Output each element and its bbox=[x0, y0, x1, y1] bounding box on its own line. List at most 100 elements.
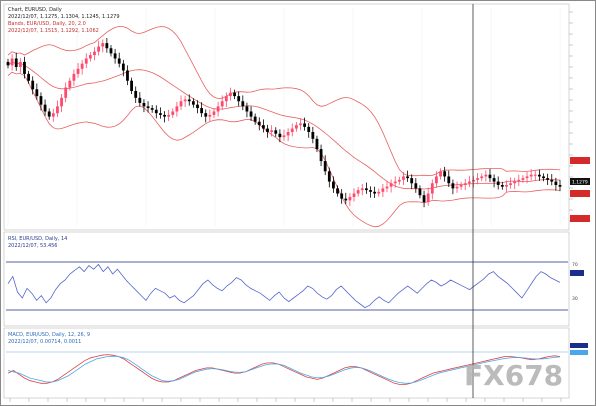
candle-body bbox=[72, 73, 76, 81]
candle-body bbox=[356, 190, 360, 194]
price-header-2: 2022/12/07, 1.1275, 1.1304, 1.1245, 1.12… bbox=[8, 14, 120, 20]
candle-body bbox=[307, 126, 311, 132]
rsi-header-2: 2022/12/07, 53.456 bbox=[8, 243, 58, 249]
candle-body bbox=[488, 174, 492, 179]
candle-body bbox=[47, 111, 51, 117]
price-header-4: 2022/12/07, 1.1515, 1.1292, 1.1062 bbox=[8, 28, 99, 34]
candle-body bbox=[68, 80, 72, 88]
candle-body bbox=[88, 55, 92, 59]
candle-body bbox=[369, 190, 372, 192]
candle-body bbox=[327, 171, 331, 182]
candle-body bbox=[196, 104, 199, 109]
candle-body bbox=[505, 184, 508, 187]
candle-body bbox=[51, 113, 55, 117]
candle-body bbox=[97, 46, 101, 52]
candle-body bbox=[311, 132, 315, 139]
candle-body bbox=[134, 90, 138, 98]
candle-body bbox=[459, 184, 463, 187]
candle-body bbox=[142, 102, 146, 107]
candle-body bbox=[360, 188, 364, 191]
candle-body bbox=[381, 188, 385, 192]
candle-body bbox=[241, 101, 245, 107]
candle-body bbox=[121, 63, 125, 71]
trading-chart: Chart, EURUSD, Daily 2022/12/07, 1.1275,… bbox=[0, 0, 596, 406]
candle-body bbox=[290, 128, 294, 132]
candle-body bbox=[187, 99, 191, 102]
candle-body bbox=[262, 125, 265, 129]
candle-body bbox=[27, 73, 30, 81]
candle-body bbox=[558, 184, 562, 187]
candle-body bbox=[208, 114, 212, 117]
candle-body bbox=[414, 183, 418, 189]
macd-header-2: 2022/12/07, 0.00714, 0.0011 bbox=[8, 339, 81, 345]
candle-body bbox=[14, 58, 18, 68]
candle-body bbox=[113, 53, 117, 59]
candle-body bbox=[406, 176, 409, 179]
candle-body bbox=[455, 186, 459, 189]
candle-body bbox=[229, 92, 232, 97]
candle-body bbox=[274, 130, 278, 134]
candle-body bbox=[393, 181, 397, 184]
candle-body bbox=[554, 181, 558, 185]
candle-body bbox=[451, 183, 455, 189]
candle-body bbox=[426, 193, 430, 203]
candle-body bbox=[496, 181, 500, 185]
macd-signal-tag bbox=[570, 350, 588, 355]
candle-body bbox=[521, 178, 525, 180]
price-tag-upper-band bbox=[570, 157, 590, 164]
price-panel-frame bbox=[3, 3, 570, 231]
candle-body bbox=[348, 196, 352, 201]
candle-body bbox=[373, 191, 377, 194]
candle-body bbox=[410, 178, 414, 184]
candle-body bbox=[344, 198, 348, 201]
candle-body bbox=[332, 181, 335, 189]
candle-body bbox=[266, 128, 269, 132]
candle-body bbox=[476, 178, 480, 180]
candle-body bbox=[463, 183, 467, 185]
candle-body bbox=[352, 193, 356, 197]
candle-body bbox=[525, 176, 529, 179]
candle-body bbox=[43, 104, 47, 112]
candle-body bbox=[439, 171, 442, 177]
candle-body bbox=[253, 116, 257, 122]
candle-body bbox=[31, 80, 35, 90]
candle-body bbox=[402, 176, 405, 180]
candle-body bbox=[389, 183, 393, 187]
candle-body bbox=[443, 171, 447, 177]
candle-body bbox=[18, 61, 22, 68]
candle-body bbox=[130, 80, 133, 91]
candle-body bbox=[80, 63, 84, 69]
candle-body bbox=[340, 193, 344, 199]
candle-body bbox=[278, 133, 282, 138]
candle-body bbox=[447, 176, 451, 184]
rsi-value-tag bbox=[570, 270, 584, 276]
candle-body bbox=[315, 138, 319, 150]
candle-body bbox=[517, 179, 521, 182]
candle-body bbox=[546, 178, 550, 180]
price-tag-current-label: 1.1279 bbox=[572, 180, 588, 186]
candle-body bbox=[286, 132, 290, 136]
candle-body bbox=[430, 183, 434, 194]
candle-body bbox=[117, 58, 121, 64]
candle-body bbox=[204, 113, 208, 117]
candle-body bbox=[294, 125, 298, 129]
macd-value-tag bbox=[570, 343, 588, 348]
candle-body bbox=[183, 99, 187, 102]
candle-body bbox=[216, 106, 220, 112]
candle-body bbox=[39, 96, 43, 105]
candle-body bbox=[484, 174, 488, 177]
candle-body bbox=[422, 195, 426, 203]
candle-body bbox=[6, 61, 10, 66]
candle-body bbox=[138, 97, 142, 103]
candle-body bbox=[60, 97, 63, 107]
candle-body bbox=[364, 188, 368, 191]
candle-body bbox=[270, 130, 274, 132]
candle-body bbox=[93, 51, 96, 56]
candle-body bbox=[319, 149, 323, 162]
candle-body bbox=[64, 87, 68, 98]
candle-body bbox=[538, 174, 541, 177]
candle-body bbox=[513, 181, 517, 184]
candle-body bbox=[237, 96, 241, 102]
chart-svg: Chart, EURUSD, Daily 2022/12/07, 1.1275,… bbox=[0, 0, 596, 406]
candle-body bbox=[146, 106, 150, 109]
